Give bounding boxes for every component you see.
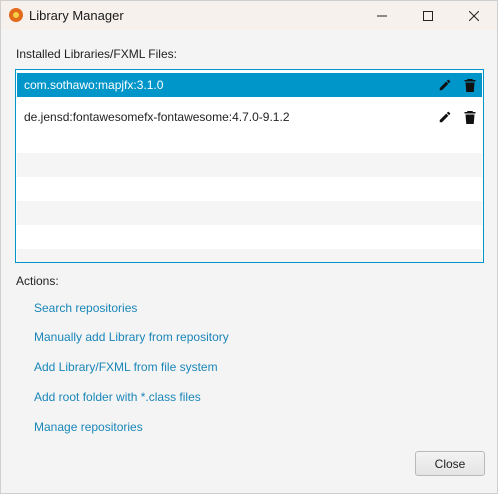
empty-row [17,201,482,225]
minimize-button[interactable] [359,1,405,30]
empty-row [17,153,482,177]
trash-icon[interactable] [464,78,476,92]
library-manager-window: Library Manager Installed Libraries/FXML… [0,0,498,494]
pencil-icon[interactable] [438,110,452,124]
add-root-folder-link[interactable]: Add root folder with *.class files [34,390,201,404]
manage-repositories-link[interactable]: Manage repositories [34,420,143,434]
title-bar[interactable]: Library Manager [1,1,497,30]
library-name: de.jensd:fontawesomefx-fontawesome:4.7.0… [24,110,290,124]
manually-add-library-link[interactable]: Manually add Library from repository [34,330,229,344]
library-name: com.sothawo:mapjfx:3.1.0 [24,78,164,92]
library-row[interactable]: de.jensd:fontawesomefx-fontawesome:4.7.0… [17,105,482,129]
minimize-icon [377,15,387,16]
add-library-from-file-system-link[interactable]: Add Library/FXML from file system [34,360,218,374]
close-icon [469,10,479,21]
empty-row [17,249,482,262]
library-list[interactable]: com.sothawo:mapjfx:3.1.0 de.jensd:fontaw… [15,69,484,263]
app-icon [9,8,23,22]
window-title: Library Manager [29,8,124,23]
maximize-icon [423,10,433,21]
search-repositories-link[interactable]: Search repositories [34,301,137,315]
library-row[interactable]: com.sothawo:mapjfx:3.1.0 [17,73,482,97]
pencil-icon[interactable] [438,78,452,92]
installed-libraries-label: Installed Libraries/FXML Files: [16,47,177,61]
close-window-button[interactable] [451,1,497,30]
close-button[interactable]: Close [415,451,485,476]
trash-icon[interactable] [464,110,476,124]
actions-label: Actions: [16,274,59,288]
maximize-button[interactable] [405,1,451,30]
